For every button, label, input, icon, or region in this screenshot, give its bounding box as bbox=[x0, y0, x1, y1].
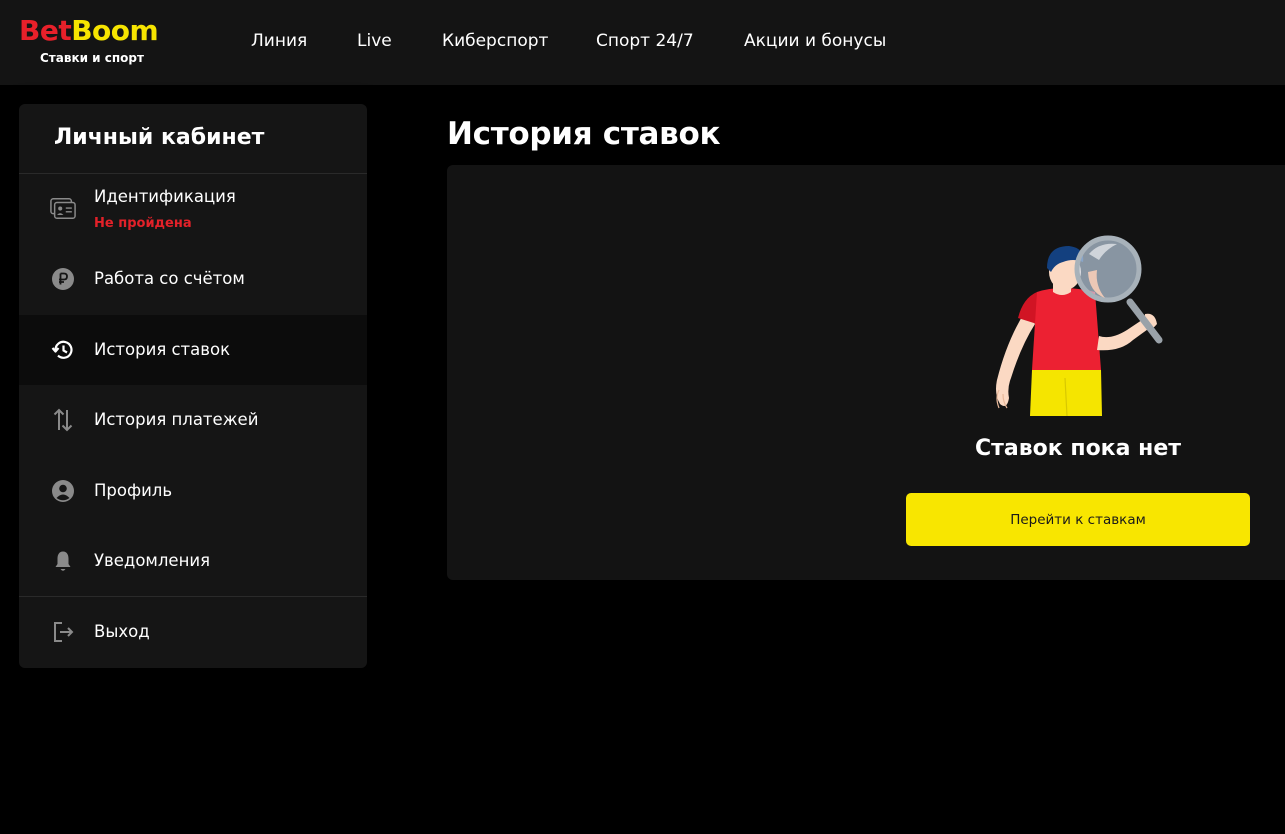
nav-item-line[interactable]: Линия bbox=[251, 31, 307, 51]
nav-item-sport-24-7[interactable]: Спорт 24/7 bbox=[596, 31, 694, 51]
brand-name-part1: Bet bbox=[19, 14, 72, 47]
nav-item-esports[interactable]: Киберспорт bbox=[442, 31, 548, 51]
transfer-arrows-icon bbox=[50, 407, 76, 433]
bell-icon bbox=[50, 548, 76, 574]
brand-tagline: Ставки и спорт bbox=[40, 51, 144, 65]
brand-logo[interactable]: BetBoom Ставки и спорт bbox=[19, 14, 169, 70]
sidebar-item-payment-history[interactable]: История платежей bbox=[19, 385, 367, 455]
sidebar-item-logout[interactable]: Выход bbox=[19, 597, 367, 667]
sidebar-item-account[interactable]: Работа со счётом bbox=[19, 244, 367, 314]
nav-item-promotions[interactable]: Акции и бонусы bbox=[744, 31, 886, 51]
user-circle-icon bbox=[50, 478, 76, 504]
top-header: BetBoom Ставки и спорт Линия Live Киберс… bbox=[0, 0, 1285, 85]
sidebar-item-label: Идентификация bbox=[94, 187, 236, 206]
history-icon bbox=[50, 337, 76, 363]
identification-status: Не пройдена bbox=[94, 216, 192, 231]
brand-wordmark: BetBoom bbox=[19, 14, 169, 48]
sidebar-item-label: Уведомления bbox=[94, 551, 211, 570]
sidebar-item-label: История платежей bbox=[94, 410, 259, 429]
logout-icon bbox=[50, 619, 76, 645]
page-title: История ставок bbox=[447, 116, 721, 152]
account-sidebar: Личный кабинет Идентификация Не пройдена… bbox=[19, 104, 367, 668]
sidebar-item-label: Работа со счётом bbox=[94, 269, 245, 288]
sidebar-item-label: Выход bbox=[94, 622, 150, 641]
sidebar-title: Личный кабинет bbox=[54, 125, 265, 150]
go-to-bets-button[interactable]: Перейти к ставкам bbox=[906, 493, 1250, 546]
sidebar-item-label: История ставок bbox=[94, 340, 231, 359]
ruble-coin-icon bbox=[50, 266, 76, 292]
sidebar-item-notifications[interactable]: Уведомления bbox=[19, 526, 367, 596]
sidebar-item-label: Профиль bbox=[94, 481, 173, 500]
brand-name-part2: Boom bbox=[71, 14, 159, 47]
sidebar-item-profile[interactable]: Профиль bbox=[19, 456, 367, 526]
nav-item-live[interactable]: Live bbox=[357, 31, 392, 51]
person-with-magnifier-illustration bbox=[996, 235, 1163, 417]
sidebar-item-bet-history[interactable]: История ставок bbox=[19, 315, 367, 385]
empty-state-title: Ставок пока нет bbox=[975, 436, 1181, 461]
id-card-icon bbox=[50, 196, 76, 222]
